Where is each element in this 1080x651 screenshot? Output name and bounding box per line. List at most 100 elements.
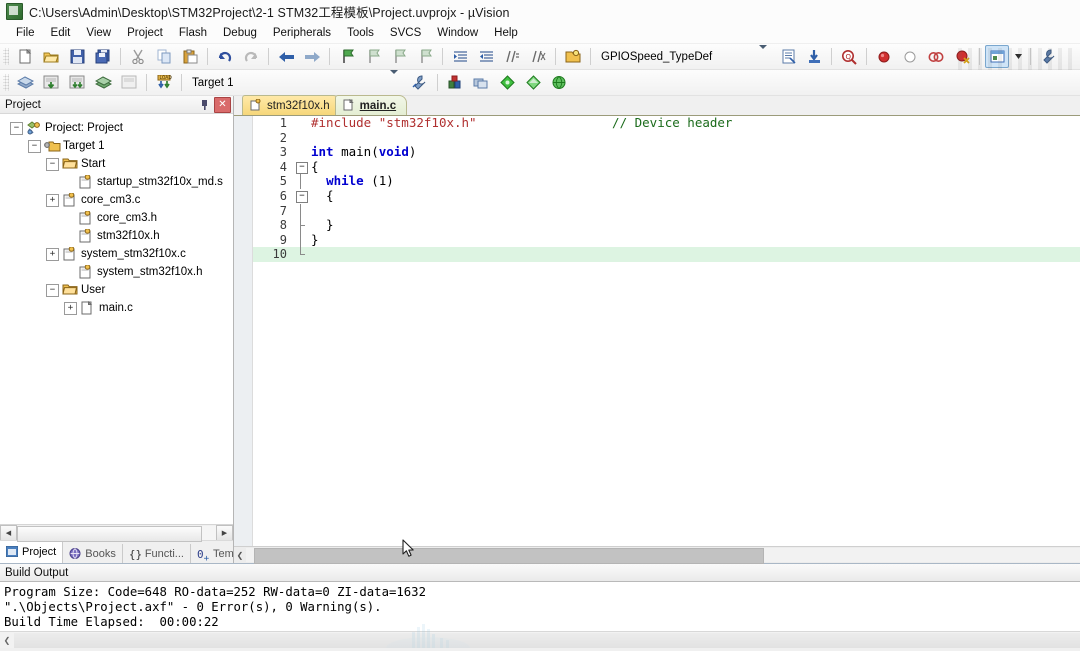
editor-tab-main-c[interactable]: main.c bbox=[334, 95, 408, 115]
editor-hscrollbar[interactable]: ❮ bbox=[234, 546, 1080, 564]
rebuild-icon[interactable] bbox=[65, 71, 89, 94]
expander-icon[interactable]: + bbox=[64, 301, 77, 315]
expander-icon[interactable]: + bbox=[46, 247, 59, 261]
close-icon[interactable]: ✕ bbox=[214, 96, 231, 113]
tree-item-group-user[interactable]: − User bbox=[4, 281, 233, 299]
open-project-icon[interactable] bbox=[561, 45, 585, 68]
run-manage-icon[interactable] bbox=[521, 71, 545, 94]
fold-collapse-icon[interactable]: − bbox=[296, 161, 308, 174]
open-file-icon[interactable] bbox=[39, 45, 63, 68]
menu-tools[interactable]: Tools bbox=[339, 25, 382, 41]
stop-build-icon[interactable] bbox=[117, 71, 141, 94]
tab-books[interactable]: Books bbox=[63, 544, 123, 563]
menu-flash[interactable]: Flash bbox=[171, 25, 215, 41]
browse-symbols-icon[interactable] bbox=[776, 45, 800, 68]
menu-edit[interactable]: Edit bbox=[43, 25, 79, 41]
tree-item-target[interactable]: − Target 1 bbox=[4, 137, 233, 155]
tree-item-file-systemh[interactable]: system_stm32f10x.h bbox=[4, 263, 233, 281]
undo-icon[interactable] bbox=[213, 45, 237, 68]
menu-svcs[interactable]: SVCS bbox=[382, 25, 429, 41]
navigate-back-icon[interactable] bbox=[274, 45, 298, 68]
cut-icon[interactable] bbox=[126, 45, 150, 68]
indent-left-icon[interactable] bbox=[474, 45, 498, 68]
tree-item-group-start[interactable]: − Start bbox=[4, 155, 233, 173]
multi-project-icon[interactable] bbox=[469, 71, 493, 94]
tree-item-file-mainc[interactable]: + main.c bbox=[4, 299, 233, 317]
scroll-thumb[interactable] bbox=[254, 548, 764, 564]
menu-project[interactable]: Project bbox=[119, 25, 171, 41]
batch-build-icon[interactable] bbox=[91, 71, 115, 94]
copy-icon[interactable] bbox=[152, 45, 176, 68]
code-surface[interactable]: 1 #include "stm32f10x.h" // Device heade… bbox=[253, 116, 1080, 546]
manage-windows-dropdown-icon[interactable] bbox=[1011, 45, 1025, 68]
scroll-right-icon[interactable]: ▶ bbox=[216, 524, 233, 541]
find-in-files-icon[interactable]: Q bbox=[837, 45, 861, 68]
build-icon[interactable] bbox=[39, 71, 63, 94]
tree-item-project[interactable]: − Project: Project bbox=[4, 119, 233, 137]
paste-icon[interactable] bbox=[178, 45, 202, 68]
scroll-left-icon[interactable]: ◀ bbox=[0, 524, 17, 541]
environment-icon[interactable] bbox=[547, 71, 571, 94]
menu-view[interactable]: View bbox=[78, 25, 119, 41]
toolbar-grip-icon[interactable] bbox=[3, 48, 9, 65]
pin-icon[interactable] bbox=[197, 97, 212, 112]
breakpoint-enable-icon[interactable] bbox=[898, 45, 922, 68]
redo-icon[interactable] bbox=[239, 45, 263, 68]
expander-icon[interactable]: − bbox=[46, 157, 59, 171]
navigate-forward-icon[interactable] bbox=[300, 45, 324, 68]
tree-item-file-stm32f10xh[interactable]: stm32f10x.h bbox=[4, 227, 233, 245]
download-icon[interactable]: LOAD bbox=[152, 71, 176, 94]
menu-peripherals[interactable]: Peripherals bbox=[265, 25, 339, 41]
expander-icon[interactable]: + bbox=[46, 193, 59, 207]
scroll-track[interactable] bbox=[246, 548, 1080, 564]
bookmark-prev-icon[interactable] bbox=[361, 45, 385, 68]
toolbar-grip-icon[interactable] bbox=[3, 74, 9, 91]
indent-right-icon[interactable] bbox=[448, 45, 472, 68]
bookmark-next-icon[interactable] bbox=[387, 45, 411, 68]
editor-tab-stm32f10x-h[interactable]: stm32f10x.h bbox=[242, 95, 341, 115]
translate-icon[interactable] bbox=[13, 71, 37, 94]
build-output-hscrollbar[interactable]: ❮ bbox=[0, 631, 1080, 648]
new-file-icon[interactable] bbox=[13, 45, 37, 68]
tab-functions[interactable]: {} Functi... bbox=[123, 544, 191, 563]
symbol-combo[interactable]: GPIOSpeed_TypeDef bbox=[597, 48, 757, 66]
goto-definition-icon[interactable] bbox=[802, 45, 826, 68]
target-chevron-down-icon[interactable] bbox=[390, 74, 407, 91]
scroll-thumb[interactable] bbox=[17, 525, 203, 542]
uncomment-icon[interactable] bbox=[526, 45, 550, 68]
tab-project[interactable]: Project bbox=[0, 541, 64, 563]
expander-icon[interactable]: − bbox=[28, 139, 41, 153]
build-output-text[interactable]: Program Size: Code=648 RO-data=252 RW-da… bbox=[0, 582, 1080, 631]
target-options-icon[interactable] bbox=[408, 71, 432, 94]
comment-icon[interactable] bbox=[500, 45, 524, 68]
menu-help[interactable]: Help bbox=[486, 25, 526, 41]
tree-item-file-startup[interactable]: startup_stm32f10x_md.s bbox=[4, 173, 233, 191]
configure-icon[interactable] bbox=[1036, 45, 1060, 68]
code-editor[interactable]: 1 #include "stm32f10x.h" // Device heade… bbox=[234, 116, 1080, 546]
manage-windows-icon[interactable] bbox=[985, 45, 1009, 68]
tree-item-file-corecm3c[interactable]: + core_cm3.c bbox=[4, 191, 233, 209]
bookmark-toggle-icon[interactable] bbox=[335, 45, 359, 68]
bookmark-clear-icon[interactable] bbox=[413, 45, 437, 68]
menu-file[interactable]: File bbox=[8, 25, 43, 41]
breakpoint-kill-all-icon[interactable] bbox=[950, 45, 974, 68]
tree-item-file-corecm3h[interactable]: core_cm3.h bbox=[4, 209, 233, 227]
expander-icon[interactable]: − bbox=[46, 283, 59, 297]
save-all-icon[interactable] bbox=[91, 45, 115, 68]
chevron-down-icon[interactable] bbox=[759, 49, 775, 65]
chevron-left-icon[interactable]: ❮ bbox=[0, 633, 14, 648]
scroll-track[interactable] bbox=[17, 525, 216, 542]
project-tree-hscrollbar[interactable]: ◀ ▶ bbox=[0, 524, 233, 542]
menu-window[interactable]: Window bbox=[429, 25, 486, 41]
pack-installer-icon[interactable] bbox=[495, 71, 519, 94]
scroll-track[interactable] bbox=[14, 632, 1080, 648]
menu-debug[interactable]: Debug bbox=[215, 25, 265, 41]
chevron-left-icon[interactable]: ❮ bbox=[234, 548, 246, 563]
manage-project-items-icon[interactable] bbox=[443, 71, 467, 94]
save-icon[interactable] bbox=[65, 45, 89, 68]
fold-collapse-icon[interactable]: − bbox=[296, 190, 308, 203]
tree-item-file-systemc[interactable]: + system_stm32f10x.c bbox=[4, 245, 233, 263]
expander-icon[interactable]: − bbox=[10, 121, 23, 135]
breakpoint-disable-all-icon[interactable] bbox=[924, 45, 948, 68]
breakpoint-insert-icon[interactable] bbox=[872, 45, 896, 68]
